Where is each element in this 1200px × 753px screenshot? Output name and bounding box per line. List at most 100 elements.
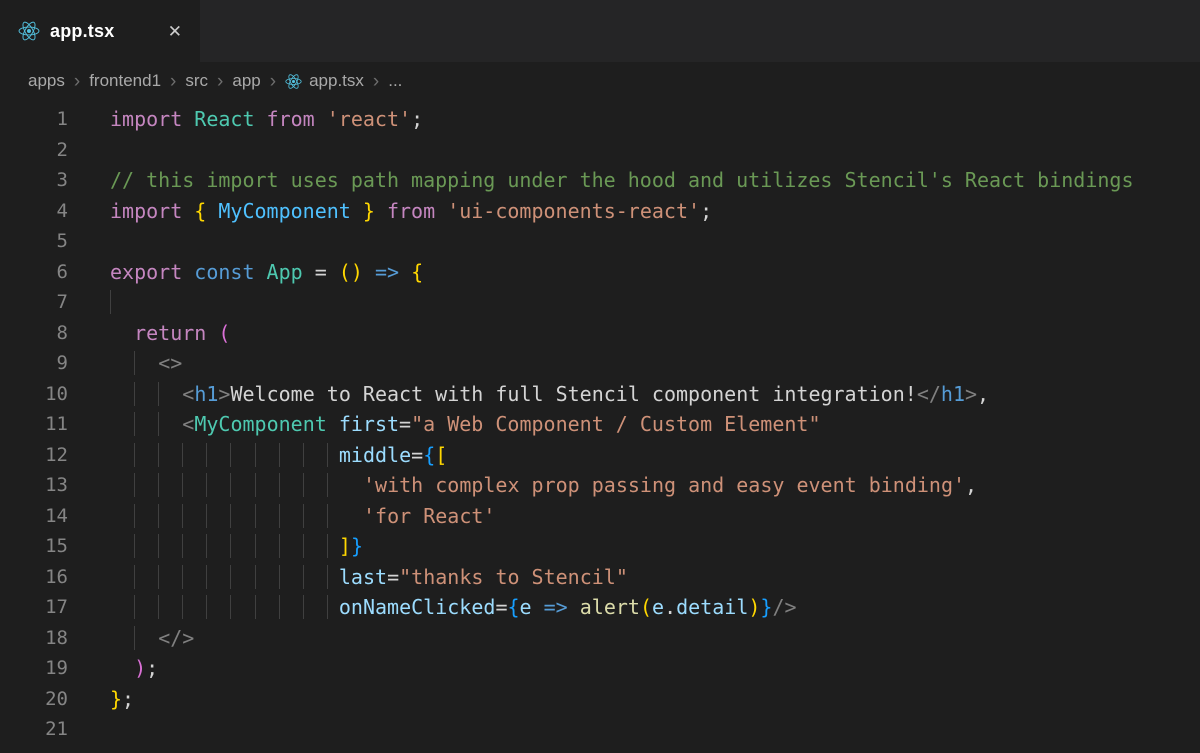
- indent-guide: [206, 565, 218, 589]
- code-text: onNameClicked={e => alert(e.detail)}/>: [110, 592, 797, 623]
- indent-guide: [303, 504, 315, 528]
- indent-guide: [327, 534, 339, 558]
- indent-guide: [327, 473, 339, 497]
- indent-guide: [255, 595, 267, 619]
- indent-guide: [134, 473, 146, 497]
- line-number: 7: [0, 287, 68, 318]
- indent-guide: [230, 473, 242, 497]
- code-text: );: [110, 653, 158, 684]
- code-text: middle={[: [110, 440, 447, 471]
- indent-guide: [230, 534, 242, 558]
- tab-close-button[interactable]: ✕: [168, 23, 182, 40]
- indent-guide: [134, 443, 146, 467]
- indent-guide: [182, 565, 194, 589]
- indent-guide: [182, 595, 194, 619]
- indent-guide: [327, 565, 339, 589]
- code-text: export const App = () => {: [110, 257, 423, 288]
- code-line: 5: [0, 226, 1200, 257]
- code-line: 1import React from 'react';: [0, 104, 1200, 135]
- indent-guide: [158, 534, 170, 558]
- react-icon: [285, 73, 302, 90]
- indent-guide: [134, 382, 146, 406]
- tab-app-tsx[interactable]: app.tsx ✕: [0, 0, 200, 62]
- line-number: 8: [0, 318, 68, 349]
- indent-guide: [182, 504, 194, 528]
- indent-guide: [255, 473, 267, 497]
- indent-guide: [158, 565, 170, 589]
- code-line: 7: [0, 287, 1200, 318]
- line-number: 14: [0, 501, 68, 532]
- code-line: 9 <>: [0, 348, 1200, 379]
- indent-guide: [279, 595, 291, 619]
- indent-guide: [134, 504, 146, 528]
- code-text: </>: [110, 623, 194, 654]
- code-line: 16 last="thanks to Stencil": [0, 562, 1200, 593]
- indent-guide: [327, 504, 339, 528]
- breadcrumb-file-label: app.tsx: [309, 71, 364, 91]
- code-line: 4import { MyComponent } from 'ui-compone…: [0, 196, 1200, 227]
- code-text: ]}: [110, 531, 363, 562]
- line-number: 19: [0, 653, 68, 684]
- code-line: 3 // this import uses path mapping under …: [0, 165, 1200, 196]
- code-line: 14 'for React': [0, 501, 1200, 532]
- line-number: 16: [0, 562, 68, 593]
- line-number: 1: [0, 104, 68, 135]
- indent-guide: [230, 595, 242, 619]
- indent-guide: [206, 595, 218, 619]
- indent-guide: [255, 534, 267, 558]
- indent-guide: [206, 534, 218, 558]
- code-text: return (: [110, 318, 230, 349]
- code-text: <MyComponent first="a Web Component / Cu…: [110, 409, 821, 440]
- breadcrumb-item-file[interactable]: app.tsx: [285, 71, 364, 91]
- chevron-right-icon: ›: [373, 72, 379, 91]
- indent-guide: [303, 595, 315, 619]
- indent-guide: [182, 534, 194, 558]
- line-number: 6: [0, 257, 68, 288]
- chevron-right-icon: ›: [170, 72, 176, 91]
- indent-guide: [230, 504, 242, 528]
- breadcrumb-ellipsis[interactable]: ...: [388, 71, 402, 91]
- indent-guide: [158, 504, 170, 528]
- breadcrumb-item-src[interactable]: src: [185, 71, 208, 91]
- code-line: 11 <MyComponent first="a Web Component /…: [0, 409, 1200, 440]
- chevron-right-icon: ›: [217, 72, 223, 91]
- code-line: 8 return (: [0, 318, 1200, 349]
- indent-guide: [206, 504, 218, 528]
- breadcrumb-item-frontend1[interactable]: frontend1: [89, 71, 161, 91]
- code-line: 18 </>: [0, 623, 1200, 654]
- line-number: 3: [0, 165, 68, 196]
- line-number: 18: [0, 623, 68, 654]
- indent-guide: [279, 504, 291, 528]
- indent-guide: [279, 443, 291, 467]
- indent-guide: [279, 565, 291, 589]
- indent-guide: [134, 534, 146, 558]
- breadcrumb-item-apps[interactable]: apps: [28, 71, 65, 91]
- code-area[interactable]: 1import React from 'react';23 // this imp…: [0, 104, 1200, 745]
- code-editor[interactable]: 1import React from 'react';23 // this imp…: [0, 100, 1200, 753]
- indent-guide: [303, 534, 315, 558]
- code-text: [110, 287, 134, 318]
- code-text: import { MyComponent } from 'ui-componen…: [110, 196, 712, 227]
- line-number: 2: [0, 135, 68, 166]
- tab-bar: app.tsx ✕: [0, 0, 1200, 62]
- indent-guide: [182, 443, 194, 467]
- line-number: 5: [0, 226, 68, 257]
- breadcrumb-item-app[interactable]: app: [232, 71, 260, 91]
- code-text: // this import uses path mapping under t…: [110, 165, 1134, 196]
- indent-guide: [206, 473, 218, 497]
- indent-guide: [158, 473, 170, 497]
- indent-guide: [206, 443, 218, 467]
- code-line: 6 export const App = () => {: [0, 257, 1200, 288]
- chevron-right-icon: ›: [74, 72, 80, 91]
- code-line: 15 ]}: [0, 531, 1200, 562]
- tab-title: app.tsx: [50, 21, 114, 42]
- indent-guide: [255, 504, 267, 528]
- code-line: 19 );: [0, 653, 1200, 684]
- code-text: };: [110, 684, 134, 715]
- indent-guide: [182, 473, 194, 497]
- indent-guide: [134, 565, 146, 589]
- line-number: 13: [0, 470, 68, 501]
- vscode-window: app.tsx ✕ apps › frontend1 › src › app ›…: [0, 0, 1200, 753]
- code-line: 12 middle={[: [0, 440, 1200, 471]
- indent-guide: [158, 595, 170, 619]
